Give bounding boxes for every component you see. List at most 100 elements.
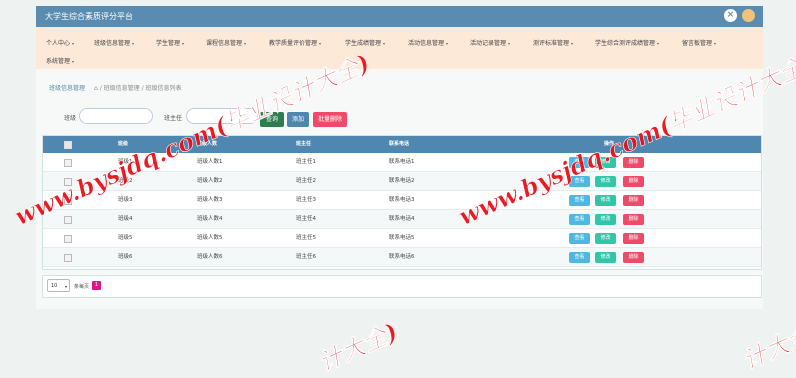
table-row: 班级1 班级人数1 班主任1 联系电话1 查看 修改 删除 [43, 153, 761, 172]
nav-item-label: 学生成绩管理 [345, 40, 382, 47]
cell-class: 班级5 [118, 235, 133, 241]
view-button[interactable]: 查看 [569, 195, 590, 206]
cell-class: 班级2 [118, 178, 133, 184]
main-content: 班级信息管理 ⌂ / 班级信息管理 / 班级信息列表 班级 班主任 查询 添加 批… [36, 69, 763, 309]
row-checkbox[interactable] [64, 216, 72, 224]
chevron-down-icon: ▾ [571, 41, 574, 46]
table-header: 班级 班级人数 班主任 联系电话 操作 [43, 136, 761, 153]
edit-button[interactable]: 修改 [595, 157, 616, 168]
row-checkbox[interactable] [64, 235, 72, 243]
class-search-label: 班级 [64, 115, 77, 122]
nav-item-evaluation-standards[interactable]: 测评标准管理 ▾ [533, 38, 573, 47]
top-header: 大学生综合素质评分平台 ⨯ [36, 6, 763, 27]
cell-class-size: 班级人数4 [197, 216, 223, 222]
row-checkbox[interactable] [64, 159, 72, 167]
edit-button[interactable]: 修改 [595, 214, 616, 225]
search-button[interactable]: 查询 [260, 112, 284, 127]
cell-class-size: 班级人数6 [197, 254, 223, 260]
chevron-down-icon: ▾ [657, 41, 660, 46]
edit-button[interactable]: 修改 [595, 195, 616, 206]
teacher-search-input[interactable] [186, 108, 258, 124]
avatar[interactable] [742, 9, 755, 22]
nav-item-class-info[interactable]: 班级信息管理 ▾ [94, 38, 134, 47]
edit-button[interactable]: 修改 [595, 176, 616, 187]
chevron-down-icon: ▾ [714, 41, 717, 46]
nav-item-students[interactable]: 学生管理 ▾ [156, 38, 184, 47]
class-search-input[interactable] [79, 108, 153, 124]
nav-item-activity-records[interactable]: 活动记录管理 ▾ [470, 38, 510, 47]
column-header-class-size[interactable]: 班级人数 [197, 136, 217, 153]
view-button[interactable]: 查看 [569, 157, 590, 168]
view-button[interactable]: 查看 [569, 233, 590, 244]
row-checkbox[interactable] [64, 254, 72, 262]
nav-item-courses[interactable]: 课程信息管理 ▾ [206, 38, 246, 47]
nav-item-activity-info[interactable]: 活动信息管理 ▾ [408, 38, 448, 47]
column-header-teacher[interactable]: 班主任 [296, 136, 311, 153]
column-header-actions: 操作 [604, 141, 615, 147]
cell-class-size: 班级人数5 [197, 235, 223, 241]
close-icon[interactable]: ⨯ [724, 9, 737, 22]
cell-phone: 联系电话5 [389, 235, 415, 241]
nav-item-label: 系统管理 [46, 58, 71, 65]
delete-button[interactable]: 删除 [623, 233, 644, 244]
column-header-phone[interactable]: 联系电话 [389, 136, 409, 153]
chevron-down-icon: ▾ [182, 41, 185, 46]
delete-button[interactable]: 删除 [623, 195, 644, 206]
cell-teacher: 班主任1 [296, 159, 316, 165]
home-icon[interactable]: ⌂ [94, 85, 98, 92]
watermark: 计大全) [738, 314, 796, 376]
cell-class-size: 班级人数1 [197, 159, 223, 165]
cell-phone: 联系电话2 [389, 178, 415, 184]
batch-delete-button[interactable]: 批量删除 [313, 112, 347, 127]
delete-button[interactable]: 删除 [623, 176, 644, 187]
table-row: 班级6 班级人数6 班主任6 联系电话6 查看 修改 删除 [43, 248, 761, 267]
delete-button[interactable]: 删除 [623, 252, 644, 263]
page-number-current[interactable]: 1 [92, 281, 101, 290]
app-title: 大学生综合素质评分平台 [45, 12, 133, 21]
table-row: 班级2 班级人数2 班主任2 联系电话2 查看 修改 删除 [43, 172, 761, 191]
nav-item-label: 测评标准管理 [533, 40, 570, 47]
breadcrumb-path: / 班级信息管理 / 班级信息列表 [99, 85, 182, 92]
table-row: 班级4 班级人数4 班主任4 联系电话4 查看 修改 删除 [43, 210, 761, 229]
select-all-checkbox[interactable] [64, 141, 72, 149]
cell-phone: 联系电话3 [389, 197, 415, 203]
view-button[interactable]: 查看 [569, 214, 590, 225]
row-checkbox[interactable] [64, 178, 72, 186]
chevron-down-icon: ▾ [72, 41, 75, 46]
chevron-down-icon: ▾ [383, 41, 386, 46]
nav-item-label: 留言板管理 [682, 40, 713, 47]
nav-item-teaching-quality[interactable]: 教学质量评价管理 ▾ [269, 38, 321, 47]
cell-teacher: 班主任4 [296, 216, 316, 222]
breadcrumb: 班级信息管理 ⌂ / 班级信息管理 / 班级信息列表 [49, 83, 182, 92]
nav-item-comprehensive-scores[interactable]: 学生综合测评成绩管理 ▾ [595, 38, 659, 47]
view-button[interactable]: 查看 [569, 176, 590, 187]
nav-item-message-board[interactable]: 留言板管理 ▾ [682, 38, 716, 47]
column-header-class[interactable]: 班级 [118, 136, 128, 153]
edit-button[interactable]: 修改 [595, 252, 616, 263]
chevron-down-icon: ▾ [508, 41, 511, 46]
page-size-select[interactable]: 10 ▾ [47, 279, 70, 292]
cell-class: 班级1 [118, 159, 133, 165]
nav-item-label: 活动记录管理 [470, 40, 507, 47]
pagination: 10 ▾ 条每页 1 [42, 275, 762, 298]
cell-class-size: 班级人数2 [197, 178, 223, 184]
add-button[interactable]: 添加 [287, 112, 309, 127]
edit-button[interactable]: 修改 [595, 233, 616, 244]
cell-teacher: 班主任2 [296, 178, 316, 184]
breadcrumb-current[interactable]: 班级信息管理 [49, 85, 85, 92]
chevron-down-icon: ▾ [244, 41, 247, 46]
cell-class-size: 班级人数3 [197, 197, 223, 203]
nav-item-label: 活动信息管理 [408, 40, 445, 47]
nav-item-personal-center[interactable]: 个人中心 ▾ [46, 38, 74, 47]
view-button[interactable]: 查看 [569, 252, 590, 263]
delete-button[interactable]: 删除 [623, 214, 644, 225]
nav-item-grades[interactable]: 学生成绩管理 ▾ [345, 38, 385, 47]
delete-button[interactable]: 删除 [623, 157, 644, 168]
chevron-down-icon: ▾ [64, 284, 67, 289]
nav-item-system[interactable]: 系统管理 ▾ [46, 56, 74, 65]
row-checkbox[interactable] [64, 197, 72, 205]
chevron-down-icon: ▾ [72, 59, 75, 64]
table-row: 班级3 班级人数3 班主任3 联系电话3 查看 修改 删除 [43, 191, 761, 210]
table-row: 班级5 班级人数5 班主任5 联系电话5 查看 修改 删除 [43, 229, 761, 248]
cell-teacher: 班主任3 [296, 197, 316, 203]
